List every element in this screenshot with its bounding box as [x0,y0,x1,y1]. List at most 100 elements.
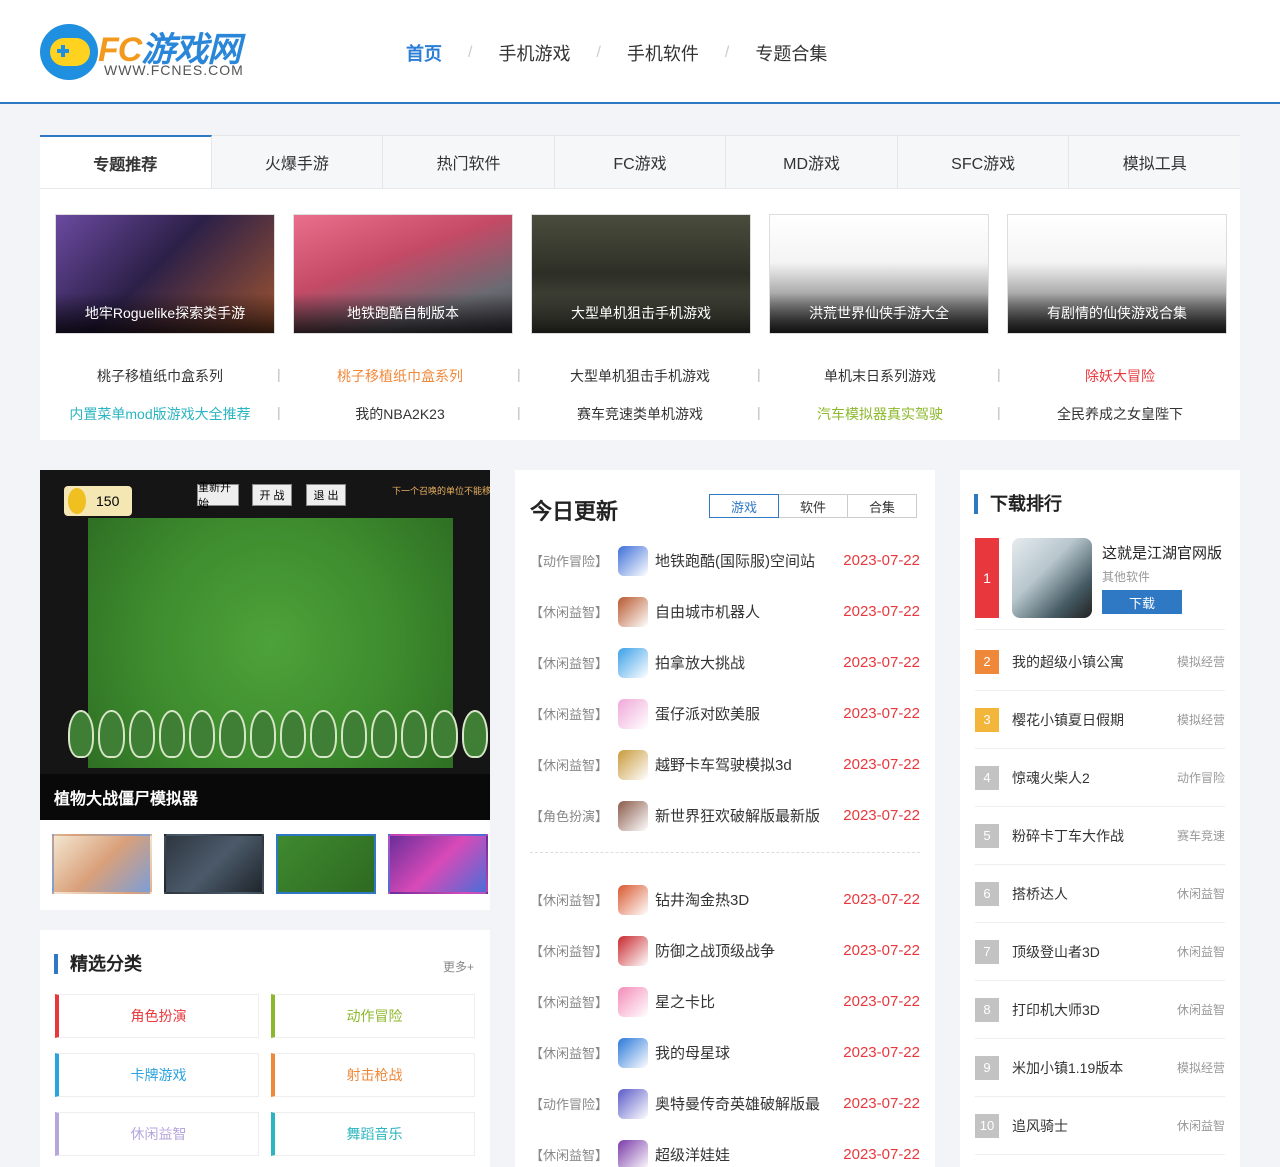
rank-app-name[interactable]: 我的超级小镇公寓 [1012,652,1177,672]
topic-link[interactable]: 大型单机狙击手机游戏 [517,366,760,386]
rank-row[interactable]: 7 顶级登山者3D 休闲益智 [975,923,1225,981]
app-icon[interactable] [1012,538,1092,618]
game-icon[interactable] [618,1139,648,1167]
rank-app-name[interactable]: 惊魂火柴人2 [1012,768,1177,788]
topic-link[interactable]: 单机末日系列游戏 [757,366,1000,386]
update-row[interactable]: 【休闲益智】 星之卡比 2023-07-22 [530,976,920,1027]
topic-link[interactable]: 内置菜单mod版游戏大全推荐 [40,404,280,424]
site-logo[interactable]: FC游戏网 WWW.FCNES.COM [40,22,250,82]
update-game-name[interactable]: 星之卡比 [655,991,836,1012]
category-item[interactable]: 舞蹈音乐 [271,1112,475,1156]
update-game-name[interactable]: 蛋仔派对欧美服 [655,703,836,724]
update-category[interactable]: 【角色扮演】 [530,806,618,825]
slide-thumbnail[interactable] [164,834,264,894]
rank-row[interactable]: 9 米加小镇1.19版本 模拟经营 [975,1039,1225,1097]
nav-topics[interactable]: 专题合集 [729,40,853,66]
update-row[interactable]: 【休闲益智】 我的母星球 2023-07-22 [530,1027,920,1078]
update-game-name[interactable]: 我的母星球 [655,1042,836,1063]
rank-row[interactable]: 4 惊魂火柴人2 动作冒险 [975,749,1225,807]
update-category[interactable]: 【休闲益智】 [530,941,618,960]
rank-app-name[interactable]: 搭桥达人 [1012,884,1177,904]
update-category[interactable]: 【休闲益智】 [530,1145,618,1164]
rank-row[interactable]: 6 搭桥达人 休闲益智 [975,865,1225,923]
update-game-name[interactable]: 防御之战顶级战争 [655,940,836,961]
slide-thumbnail[interactable] [52,834,152,894]
tab-software[interactable]: 软件 [778,494,848,518]
update-row[interactable]: 【休闲益智】 蛋仔派对欧美服 2023-07-22 [530,688,920,739]
update-category[interactable]: 【休闲益智】 [530,653,618,672]
update-row[interactable]: 【动作冒险】 奥特曼传奇英雄破解版最 2023-07-22 [530,1078,920,1129]
category-item[interactable]: 卡牌游戏 [55,1053,259,1097]
rank-row[interactable]: 10 追风骑士 休闲益智 [975,1097,1225,1155]
game-icon[interactable] [618,647,648,678]
category-item[interactable]: 休闲益智 [55,1112,259,1156]
game-icon[interactable] [618,884,648,915]
update-game-name[interactable]: 奥特曼传奇英雄破解版最 [655,1093,836,1114]
tab-fc-games[interactable]: FC游戏 [554,135,727,188]
slide-image[interactable]: 150 重新开始 开 战 退 出 下一个召唤的单位不能移动 植物大战僵尸模拟器 [40,470,490,820]
more-link[interactable]: 更多+ [443,958,474,975]
rank-top-item[interactable]: 1 这就是江湖官网版 其他软件 下载 [975,538,1225,630]
game-icon[interactable] [618,1037,648,1068]
topic-card[interactable]: 地铁跑酷自制版本 [293,214,513,334]
rank-app-name[interactable]: 樱花小镇夏日假期 [1012,710,1177,730]
nav-mobile-games[interactable]: 手机游戏 [472,40,596,66]
game-icon[interactable] [618,698,648,729]
game-icon[interactable] [618,1088,648,1119]
game-icon[interactable] [618,596,648,627]
update-game-name[interactable]: 越野卡车驾驶模拟3d [655,754,836,775]
category-item[interactable]: 角色扮演 [55,994,259,1038]
game-icon[interactable] [618,545,648,576]
tab-emulator-tools[interactable]: 模拟工具 [1069,135,1241,188]
update-row[interactable]: 【动作冒险】 地铁跑酷(国际服)空间站 2023-07-22 [530,535,920,586]
rank-row[interactable]: 8 打印机大师3D 休闲益智 [975,981,1225,1039]
rank-app-name[interactable]: 追风骑士 [1012,1116,1177,1136]
tab-hot-games[interactable]: 火爆手游 [211,135,384,188]
topic-card[interactable]: 地牢Roguelike探索类手游 [55,214,275,334]
topic-link[interactable]: 汽车模拟器真实驾驶 [757,404,1000,424]
update-game-name[interactable]: 自由城市机器人 [655,601,836,622]
download-button[interactable]: 下载 [1102,590,1182,614]
update-row[interactable]: 【休闲益智】 超级洋娃娃 2023-07-22 [530,1129,920,1167]
update-row[interactable]: 【休闲益智】 越野卡车驾驶模拟3d 2023-07-22 [530,739,920,790]
topic-link[interactable]: 我的NBA2K23 [277,404,520,424]
rank-app-name[interactable]: 打印机大师3D [1012,1000,1177,1020]
rank-row[interactable]: 3 樱花小镇夏日假期 模拟经营 [975,691,1225,749]
tab-hot-software[interactable]: 热门软件 [383,135,555,188]
update-category[interactable]: 【动作冒险】 [530,551,618,570]
update-category[interactable]: 【休闲益智】 [530,704,618,723]
update-game-name[interactable]: 超级洋娃娃 [655,1144,836,1165]
update-category[interactable]: 【休闲益智】 [530,1043,618,1062]
tab-md-games[interactable]: MD游戏 [726,135,898,188]
rank-app-name[interactable]: 粉碎卡丁车大作战 [1012,826,1177,846]
topic-link[interactable]: 桃子移植纸巾盒系列 [40,366,280,386]
update-game-name[interactable]: 新世界狂欢破解版最新版 [655,805,836,826]
topic-card[interactable]: 大型单机狙击手机游戏 [531,214,751,334]
update-row[interactable]: 【休闲益智】 防御之战顶级战争 2023-07-22 [530,925,920,976]
tab-featured-topics[interactable]: 专题推荐 [40,135,212,188]
topic-card[interactable]: 有剧情的仙侠游戏合集 [1007,214,1227,334]
topic-link[interactable]: 全民养成之女皇陛下 [997,404,1240,424]
slide-thumbnail[interactable] [388,834,488,894]
rank-app-name[interactable]: 这就是江湖官网版 [1102,542,1222,563]
update-row[interactable]: 【休闲益智】 钻井淘金热3D 2023-07-22 [530,874,920,925]
update-category[interactable]: 【动作冒险】 [530,1094,618,1113]
update-row[interactable]: 【角色扮演】 新世界狂欢破解版最新版 2023-07-22 [530,790,920,841]
rank-app-name[interactable]: 米加小镇1.19版本 [1012,1058,1177,1078]
game-icon[interactable] [618,935,648,966]
tab-sfc-games[interactable]: SFC游戏 [897,135,1070,188]
rank-row[interactable]: 5 粉碎卡丁车大作战 赛车竞速 [975,807,1225,865]
tab-collections[interactable]: 合集 [847,494,917,518]
update-row[interactable]: 【休闲益智】 自由城市机器人 2023-07-22 [530,586,920,637]
update-game-name[interactable]: 拍拿放大挑战 [655,652,836,673]
game-icon[interactable] [618,986,648,1017]
update-category[interactable]: 【休闲益智】 [530,755,618,774]
update-game-name[interactable]: 钻井淘金热3D [655,889,836,910]
category-item[interactable]: 射击枪战 [271,1053,475,1097]
update-row[interactable]: 【休闲益智】 拍拿放大挑战 2023-07-22 [530,637,920,688]
topic-link[interactable]: 桃子移植纸巾盒系列 [277,366,520,386]
topic-card[interactable]: 洪荒世界仙侠手游大全 [769,214,989,334]
game-icon[interactable] [618,800,648,831]
update-category[interactable]: 【休闲益智】 [530,602,618,621]
nav-home[interactable]: 首页 [380,40,468,66]
